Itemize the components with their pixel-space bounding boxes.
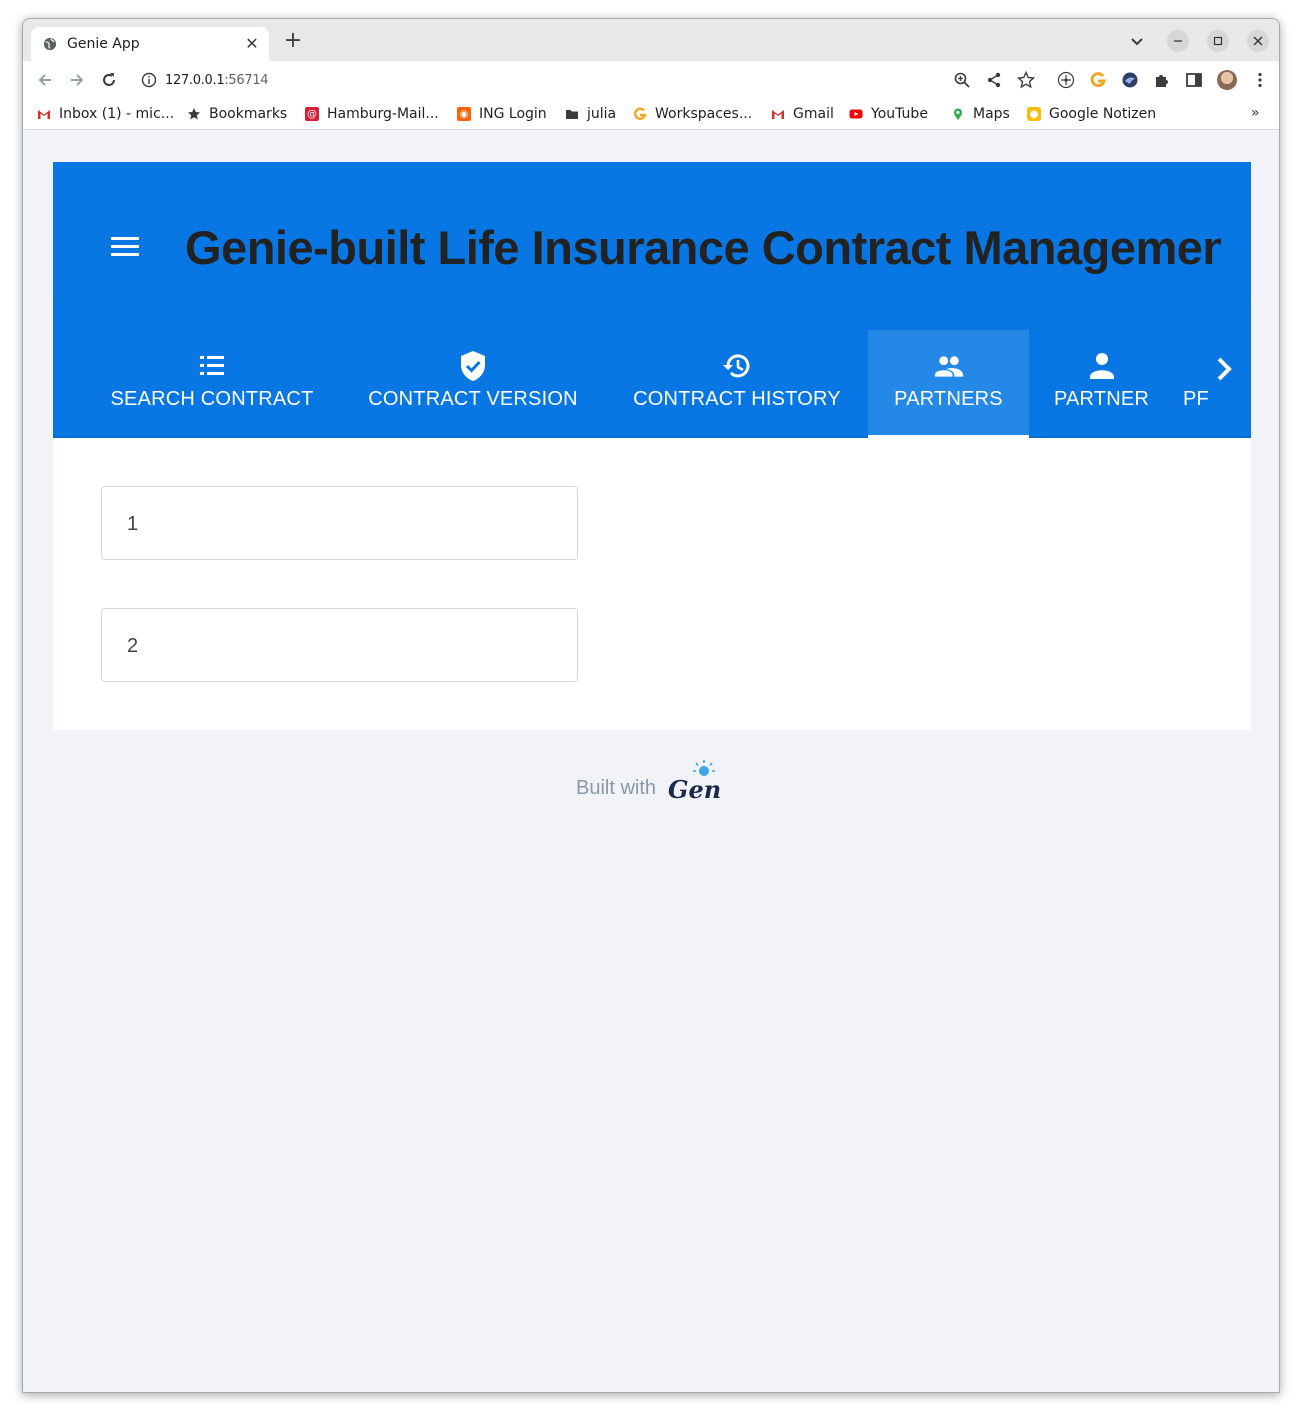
close-window-button[interactable] [1247, 30, 1269, 52]
tab-label: CONTRACT HISTORY [633, 388, 841, 410]
bookmark-label: julia [587, 106, 617, 122]
youtube-icon [849, 109, 863, 119]
tab-icon-placeholder [1183, 350, 1213, 382]
tab-search-chevron-icon[interactable] [1129, 33, 1145, 49]
forward-arrow-icon[interactable] [67, 70, 87, 90]
at-mail-icon: @ [305, 107, 319, 121]
bookmark-label: ING Login [479, 106, 547, 122]
bookmarks-overflow-button[interactable]: » [1251, 105, 1260, 121]
minimize-button[interactable] [1167, 30, 1189, 52]
tab-label: PF [1183, 388, 1209, 410]
menu-icon[interactable] [111, 237, 139, 257]
tab-search-contract[interactable]: SEARCH CONTRACT [83, 330, 341, 438]
bookmark-item[interactable]: Maps [951, 104, 1010, 124]
list-icon [200, 356, 224, 375]
tab-label: PARTNER [1053, 388, 1150, 410]
people-icon [934, 356, 963, 377]
bookmark-star-icon[interactable] [1017, 71, 1035, 89]
bookmark-item[interactable]: Gmail [771, 104, 834, 124]
bookmark-item[interactable]: Bookmarks [187, 104, 287, 124]
person-icon [1089, 353, 1114, 379]
address-bar[interactable]: 127.0.0.1:56714 [131, 65, 1045, 95]
field-value: 1 [127, 513, 139, 535]
tab-truncated[interactable]: PF [1183, 330, 1221, 438]
genie-logo[interactable]: Genie [666, 758, 720, 806]
zoom-icon[interactable] [953, 71, 971, 89]
tab-title: Genie App [67, 36, 140, 52]
folder-icon [566, 110, 578, 119]
maps-pin-icon [954, 108, 962, 120]
tab-label: CONTRACT VERSION [368, 388, 578, 410]
tab-contract-history[interactable]: CONTRACT HISTORY [617, 330, 857, 438]
page-viewport: Genie-built Life Insurance Contract Mana… [23, 131, 1279, 1392]
more-vert-icon[interactable] [1251, 71, 1269, 89]
new-tab-button[interactable]: + [281, 29, 305, 53]
star-icon [188, 108, 200, 120]
tab-partner[interactable]: PARTNER [1029, 330, 1174, 438]
footer: Built with Genie [576, 758, 720, 806]
workspaces-icon [633, 107, 647, 120]
extension-dolphin-icon[interactable] [1121, 71, 1139, 89]
tab-bar: SEARCH CONTRACT CONTRACT VERSION CONTRAC… [53, 300, 1251, 438]
bookmark-item[interactable]: Workspaces... [633, 104, 752, 124]
bookmark-label: Maps [973, 106, 1010, 122]
maximize-button[interactable] [1207, 30, 1229, 52]
tab-contract-version[interactable]: CONTRACT VERSION [353, 330, 593, 438]
extensions-puzzle-icon[interactable] [1153, 71, 1171, 89]
browser-tab[interactable]: Genie App ✕ [31, 27, 269, 61]
bookmarks-bar: Inbox (1) - mic... Bookmarks @ Hamburg-M… [23, 99, 1279, 130]
genie-logo-text: Genie [668, 775, 720, 804]
bookmark-item[interactable]: Inbox (1) - mic... [37, 104, 174, 124]
tab-partners[interactable]: PARTNERS [868, 330, 1029, 438]
app-header: Genie-built Life Insurance Contract Mana… [53, 162, 1251, 300]
profile-avatar[interactable] [1217, 70, 1237, 90]
bookmark-label: Bookmarks [209, 106, 288, 122]
history-icon [723, 354, 750, 378]
url-port: :56714 [224, 73, 269, 88]
url-text: 127.0.0.1:56714 [165, 73, 269, 88]
bookmark-item[interactable]: @ Hamburg-Mail... [305, 104, 439, 124]
bookmark-label: YouTube [871, 106, 928, 122]
app-card: Genie-built Life Insurance Contract Mana… [53, 162, 1251, 730]
tab-label: SEARCH CONTRACT [110, 388, 314, 410]
gmail-icon [772, 110, 784, 119]
extension-g-icon[interactable] [1089, 71, 1107, 89]
globe-icon [43, 37, 57, 51]
bookmark-item[interactable]: ● Google Notizen [1027, 104, 1156, 124]
bookmark-item[interactable]: ◉ ING Login [457, 104, 547, 124]
page-title: Genie-built Life Insurance Contract Mana… [185, 221, 1221, 274]
back-arrow-icon[interactable] [35, 70, 55, 90]
tab-label: PARTNERS [894, 388, 1003, 410]
tab-strip: Genie App ✕ + [23, 19, 1279, 61]
share-icon[interactable] [985, 71, 1003, 89]
bookmark-label: Hamburg-Mail... [327, 106, 439, 122]
built-with-text: Built with [576, 777, 657, 799]
partner-field[interactable]: 2 [101, 608, 578, 682]
gmail-icon [38, 110, 50, 119]
chevron-right-icon[interactable] [1211, 354, 1237, 384]
bookmark-item[interactable]: YouTube [849, 104, 928, 124]
bookmark-label: Gmail [793, 106, 834, 122]
partner-field[interactable]: 1 [101, 486, 578, 560]
side-panel-icon[interactable] [1185, 71, 1203, 89]
bookmark-item[interactable]: julia [565, 104, 616, 124]
extension-move-icon[interactable] [1057, 71, 1075, 89]
bookmark-label: Inbox (1) - mic... [59, 106, 175, 122]
bookmark-label: Google Notizen [1049, 106, 1157, 122]
bookmark-label: Workspaces... [655, 106, 753, 122]
field-value: 2 [127, 635, 139, 657]
keep-icon: ● [1027, 107, 1041, 121]
tab-close-icon[interactable]: ✕ [243, 35, 261, 53]
browser-window: Genie App ✕ + 127.0.0.1:56714 Inbox (1) [22, 18, 1280, 1393]
browser-toolbar: 127.0.0.1:56714 [23, 61, 1279, 99]
url-host: 127.0.0.1 [165, 73, 225, 88]
reload-icon[interactable] [99, 70, 119, 90]
site-info-icon[interactable] [141, 72, 157, 88]
verified-shield-icon [461, 351, 485, 381]
ing-icon: ◉ [457, 107, 471, 121]
